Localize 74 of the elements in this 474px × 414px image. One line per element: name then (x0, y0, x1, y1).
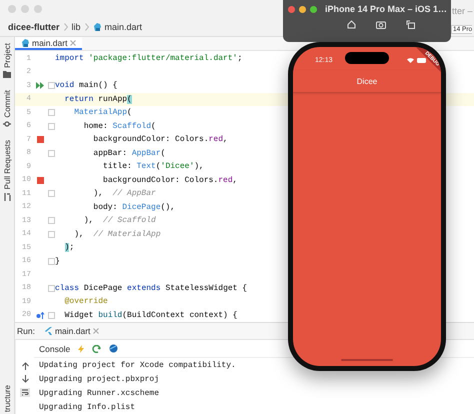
code-line: backgroundColor: Colors.red, (92, 135, 228, 144)
fold-marker[interactable] (48, 122, 55, 130)
console-line: Upgrading Info.plist (39, 402, 136, 414)
code-line: body: DicePage(), (92, 202, 176, 212)
minimize-button[interactable] (299, 6, 306, 12)
fold-marker[interactable] (48, 284, 55, 292)
editor-tab[interactable]: main.dart (15, 37, 82, 50)
folder-icon (3, 70, 11, 78)
code-line: @override (64, 297, 108, 306)
side-tab[interactable]: Pull Requests (2, 140, 12, 190)
lightning-icon[interactable] (78, 344, 84, 352)
breadcrumb-item[interactable]: lib (72, 22, 81, 32)
restart-icon[interactable] (92, 344, 102, 352)
chevron-icon (84, 23, 89, 31)
code-line: void main() { (55, 81, 118, 90)
home-icon[interactable] (347, 20, 356, 29)
run-tab[interactable]: main.dart (44, 326, 100, 336)
breadcrumb-item[interactable]: dicee-flutter (8, 22, 60, 32)
code-line: MaterialApp( (73, 108, 132, 118)
screenshot-icon[interactable] (376, 20, 386, 29)
dart-devtools-icon[interactable] (109, 344, 118, 353)
run-label: Run: (17, 326, 35, 336)
console-line: Updating project for Xcode compatibility. (39, 360, 236, 372)
dart-file-icon (92, 23, 101, 31)
code-line: import 'package:flutter/material.dart'; (55, 54, 242, 64)
flutter-icon (44, 327, 52, 335)
close-button[interactable] (288, 6, 295, 12)
console-tab[interactable]: Console (39, 344, 70, 354)
side-tab[interactable]: Commit (2, 90, 12, 118)
console-line: Upgrading Runner.xcscheme (39, 388, 160, 400)
console-line: Upgrading project.pbxproj (39, 374, 160, 386)
up-arrow-icon[interactable] (22, 362, 28, 370)
run-icon[interactable] (36, 82, 44, 90)
commit-icon (3, 120, 11, 128)
fold-marker[interactable] (48, 150, 55, 157)
fold-marker[interactable] (48, 82, 55, 90)
rotate-icon[interactable] (406, 20, 415, 29)
dart-file-icon (21, 38, 29, 46)
override-icon[interactable] (36, 312, 44, 319)
code-line: Widget build(BuildContext context) { (64, 310, 238, 320)
fold-marker[interactable] (48, 190, 55, 198)
code-line: ), // AppBar (92, 189, 156, 198)
code-line: ), // Scaffold (82, 216, 156, 226)
close-icon[interactable] (70, 40, 76, 46)
fold-marker[interactable] (48, 258, 55, 265)
fold-marker[interactable] (48, 230, 55, 238)
side-tab[interactable]: tructure (2, 384, 12, 412)
chevron-icon (64, 23, 68, 31)
fold-marker[interactable] (48, 312, 55, 319)
soft-wrap-icon[interactable] (20, 388, 30, 397)
home-indicator[interactable] (341, 359, 393, 361)
pull-request-icon (4, 192, 10, 201)
code-line: } (55, 256, 60, 266)
code-line: class DicePage extends StatelessWidget { (55, 284, 248, 293)
simulator-title: iPhone 14 Pro Max – iOS 1… (325, 4, 448, 14)
breadcrumb-item[interactable]: main.dart (104, 22, 142, 32)
fold-marker[interactable] (48, 217, 55, 224)
camera-cutout (345, 52, 389, 64)
code-line: return runApp( (64, 94, 132, 104)
window-title: tter – (452, 6, 473, 16)
close-icon[interactable] (93, 328, 100, 334)
code-line: ), // MaterialApp (73, 230, 161, 239)
app-bar-title: Dicee (356, 76, 378, 86)
battery-icon (417, 58, 427, 62)
down-arrow-icon[interactable] (22, 375, 28, 383)
code-line: appBar: AppBar( (92, 148, 166, 158)
code-line: title: Text('Dicee'), (102, 162, 204, 172)
zoom-button[interactable] (310, 6, 317, 12)
fold-marker[interactable] (48, 109, 55, 116)
wifi-icon (407, 58, 414, 62)
code-line: backgroundColor: Colors.red, (102, 176, 238, 185)
code-line: home: Scaffold( (82, 122, 156, 131)
code-line: ); (64, 243, 74, 252)
side-tab[interactable]: Project (2, 43, 12, 68)
